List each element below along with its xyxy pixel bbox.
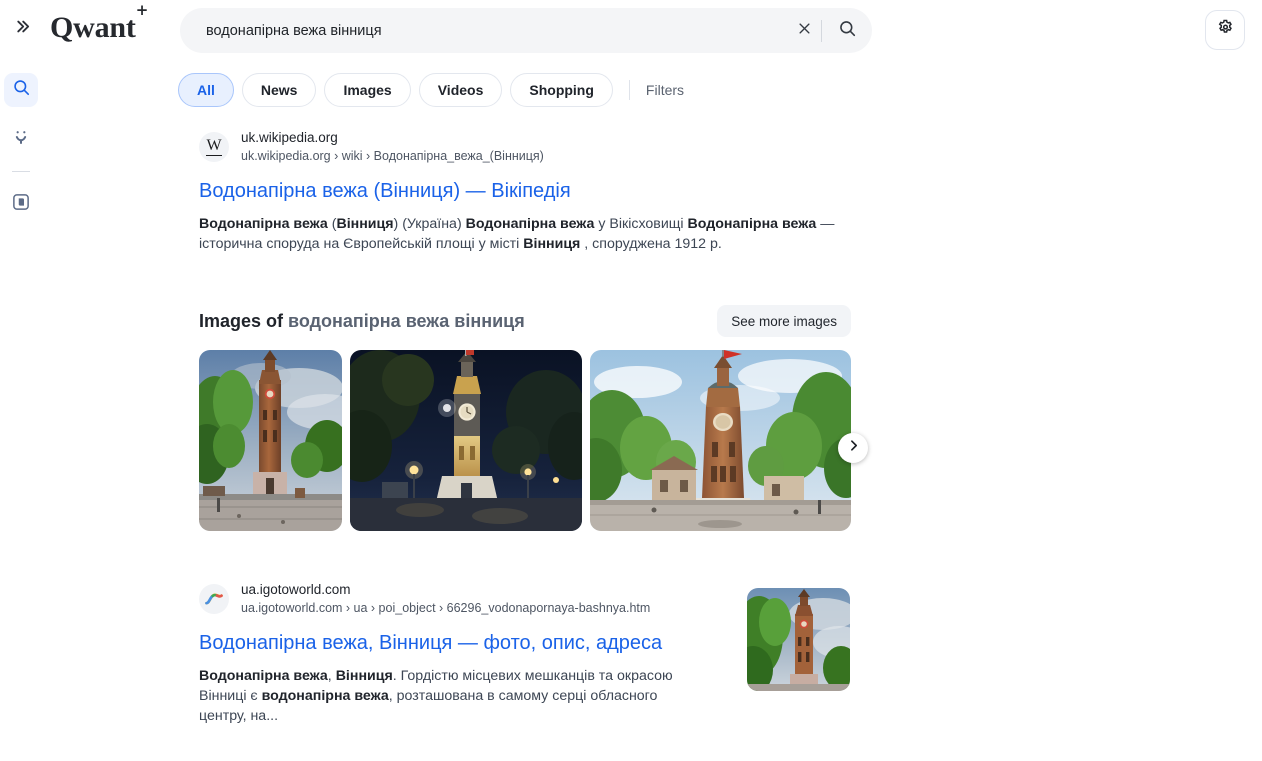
carousel-track xyxy=(199,350,851,531)
clear-search-button[interactable] xyxy=(787,8,821,53)
images-title-prefix: Images of xyxy=(199,310,284,331)
result-snippet: Водонапірна вежа (Вінниця) (Україна) Вод… xyxy=(199,216,835,252)
result-header: W uk.wikipedia.org uk.wikipedia.org › wi… xyxy=(199,130,879,164)
gear-icon xyxy=(1216,18,1235,42)
close-icon xyxy=(797,21,812,41)
rail-item-pages[interactable] xyxy=(4,187,38,221)
igotoworld-swoosh-icon xyxy=(199,584,229,614)
logo-plus-mark: + xyxy=(135,0,149,19)
search-input[interactable] xyxy=(180,8,787,53)
images-block-header: Images of водонапірна вежа вінниця See m… xyxy=(199,305,851,337)
images-block-title: Images of водонапірна вежа вінниця xyxy=(199,311,525,332)
tab-label: Shopping xyxy=(529,82,594,98)
favicon-glyph: W xyxy=(206,137,222,156)
search-bar xyxy=(180,8,872,53)
tab-shopping[interactable]: Shopping xyxy=(510,73,613,107)
search-tabs: All News Images Videos Shopping Filters xyxy=(178,73,684,107)
tab-videos[interactable]: Videos xyxy=(418,73,503,107)
tab-label: Images xyxy=(343,82,392,98)
tab-images[interactable]: Images xyxy=(324,73,411,107)
carousel-thumbnail[interactable] xyxy=(199,350,342,531)
search-icon xyxy=(12,78,31,102)
carousel-next-button[interactable] xyxy=(838,433,868,463)
tab-news[interactable]: News xyxy=(241,73,317,107)
images-carousel[interactable] xyxy=(199,350,851,531)
images-carousel-block: Images of водонапірна вежа вінниця See m… xyxy=(199,305,1199,531)
results-list-secondary: ua.igotoworld.com ua.igotoworld.com › ua… xyxy=(199,582,879,726)
see-more-images-button[interactable]: See more images xyxy=(717,305,851,337)
tab-all[interactable]: All xyxy=(178,73,234,107)
search-result: W uk.wikipedia.org uk.wikipedia.org › wi… xyxy=(199,130,879,254)
header: Qwant+ xyxy=(0,0,1262,62)
rail-item-assistant[interactable] xyxy=(4,121,38,155)
logo-wordmark: Qwant xyxy=(50,11,136,44)
rail-divider xyxy=(12,171,30,172)
wikipedia-w-icon: W xyxy=(199,132,229,162)
left-rail xyxy=(0,0,42,761)
rail-item-search[interactable] xyxy=(4,73,38,107)
qwant-logo[interactable]: Qwant+ xyxy=(50,1,148,45)
chevron-double-right-icon xyxy=(14,18,31,39)
copy-pages-icon xyxy=(12,193,30,216)
carousel-thumbnail[interactable] xyxy=(350,350,582,531)
settings-button[interactable] xyxy=(1205,10,1245,50)
search-icon xyxy=(838,19,857,43)
tabs-divider xyxy=(628,80,630,100)
carousel-thumbnail[interactable] xyxy=(590,350,851,531)
result-title-link[interactable]: Водонапірна вежа (Вінниця) — Вікіпедія xyxy=(199,178,879,204)
filters-button[interactable]: Filters xyxy=(646,82,684,98)
results-list: W uk.wikipedia.org uk.wikipedia.org › wi… xyxy=(199,130,879,254)
expand-sidebar-button[interactable] xyxy=(8,14,36,42)
favicon-glyph xyxy=(205,593,223,605)
tab-label: News xyxy=(260,82,298,98)
result-url: ua.igotoworld.com › ua › poi_object › 66… xyxy=(241,601,651,615)
result-site-name: uk.wikipedia.org xyxy=(241,130,338,145)
result-snippet: Водонапірна вежа, Вінниця. Гордістю місц… xyxy=(199,668,673,724)
chevron-right-icon xyxy=(847,439,860,457)
result-thumbnail[interactable] xyxy=(747,588,850,691)
tab-label: Videos xyxy=(437,82,484,98)
result-site-name: ua.igotoworld.com xyxy=(241,582,351,597)
images-title-query: водонапірна вежа вінниця xyxy=(288,310,525,331)
smiley-face-icon xyxy=(11,126,31,151)
tab-label: All xyxy=(197,82,215,98)
search-submit-button[interactable] xyxy=(822,8,872,53)
result-url: uk.wikipedia.org › wiki › Водонапірна_ве… xyxy=(241,149,544,163)
search-result: ua.igotoworld.com ua.igotoworld.com › ua… xyxy=(199,582,879,726)
